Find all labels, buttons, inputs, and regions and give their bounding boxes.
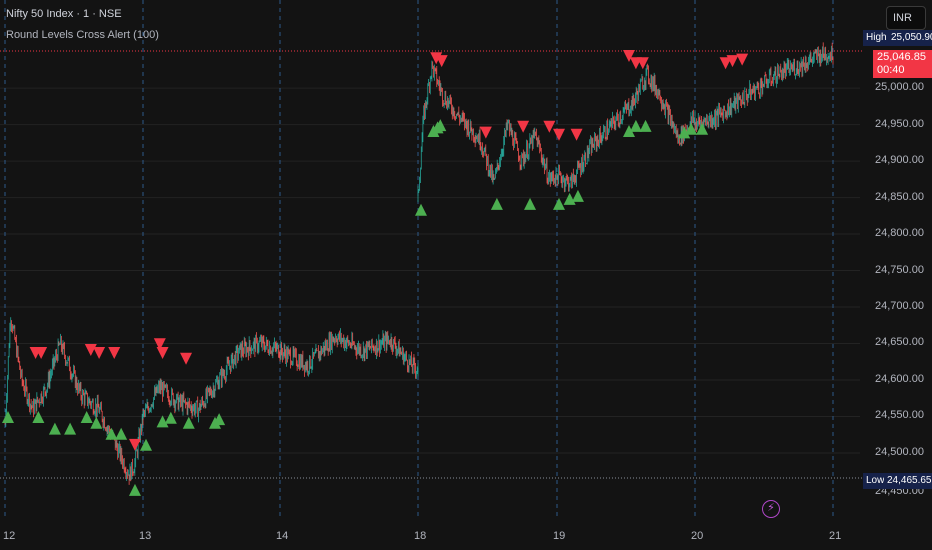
cross-down-marker xyxy=(180,352,193,365)
high-value-badge: 25,050.90 xyxy=(888,30,932,46)
cross-down-marker xyxy=(736,53,749,66)
time-tick-label: 19 xyxy=(553,530,566,542)
cross-up-marker xyxy=(571,189,584,202)
time-tick-label: 13 xyxy=(139,530,152,542)
cross-up-marker xyxy=(2,410,14,423)
low-value: 24,465.65 xyxy=(887,475,932,486)
cross-down-marker xyxy=(543,120,556,133)
cross-down-marker xyxy=(517,120,530,133)
price-tick-label: 24,950.00 xyxy=(875,117,924,130)
last-price-value: 25,046.85 xyxy=(877,51,926,63)
high-value: 25,050.90 xyxy=(891,32,932,43)
time-tick-label: 18 xyxy=(414,530,427,542)
price-tick-label: 24,900.00 xyxy=(875,154,924,167)
cross-down-marker xyxy=(108,346,121,359)
cross-down-marker xyxy=(553,128,565,141)
cross-up-marker xyxy=(629,119,642,132)
cross-up-marker xyxy=(553,197,565,210)
price-tick-label: 24,800.00 xyxy=(875,227,924,240)
high-badge: High xyxy=(863,30,890,46)
low-value-badge: 24,465.65 xyxy=(884,473,932,489)
cross-up-marker xyxy=(639,119,652,132)
price-tick-label: 24,550.00 xyxy=(875,409,924,422)
time-tick-label: 20 xyxy=(691,530,704,542)
cross-up-marker xyxy=(182,416,195,429)
price-chart[interactable] xyxy=(0,0,932,550)
cross-up-marker xyxy=(64,422,77,435)
cross-up-marker xyxy=(48,422,61,435)
price-tick-label: 24,850.00 xyxy=(875,190,924,203)
cross-down-marker xyxy=(570,128,583,141)
cross-down-marker xyxy=(156,346,169,359)
cross-up-marker xyxy=(524,197,537,210)
cross-up-marker xyxy=(140,438,152,451)
cross-up-marker xyxy=(80,410,93,423)
symbol-title: Nifty 50 Index · 1 · NSE xyxy=(6,8,122,20)
cross-down-marker xyxy=(479,126,492,139)
lightning-icon[interactable]: ⚡ xyxy=(762,500,780,518)
cross-up-marker xyxy=(128,483,141,496)
high-label: High xyxy=(866,32,887,43)
price-tick-label: 24,750.00 xyxy=(875,263,924,276)
cross-up-marker xyxy=(415,203,427,216)
price-tick-label: 24,500.00 xyxy=(875,445,924,458)
currency-label: INR xyxy=(893,12,912,24)
cross-up-marker xyxy=(115,427,128,440)
price-tick-label: 24,700.00 xyxy=(875,300,924,313)
last-price-tag: 25,046.85 00:40 xyxy=(873,50,932,78)
price-tick-label: 25,000.00 xyxy=(875,81,924,94)
countdown-timer: 00:40 xyxy=(877,64,905,76)
price-tick-label: 24,600.00 xyxy=(875,372,924,385)
price-tick-label: 24,650.00 xyxy=(875,336,924,349)
time-tick-label: 14 xyxy=(276,530,289,542)
cross-up-marker xyxy=(164,411,177,424)
currency-button[interactable]: INR xyxy=(886,6,926,30)
cross-up-marker xyxy=(490,197,503,210)
cross-down-marker xyxy=(128,438,141,451)
low-label: Low xyxy=(866,475,885,486)
indicator-title: Round Levels Cross Alert (100) xyxy=(6,29,159,41)
time-tick-label: 12 xyxy=(3,530,16,542)
time-tick-label: 21 xyxy=(829,530,842,542)
cross-down-marker xyxy=(93,346,106,359)
